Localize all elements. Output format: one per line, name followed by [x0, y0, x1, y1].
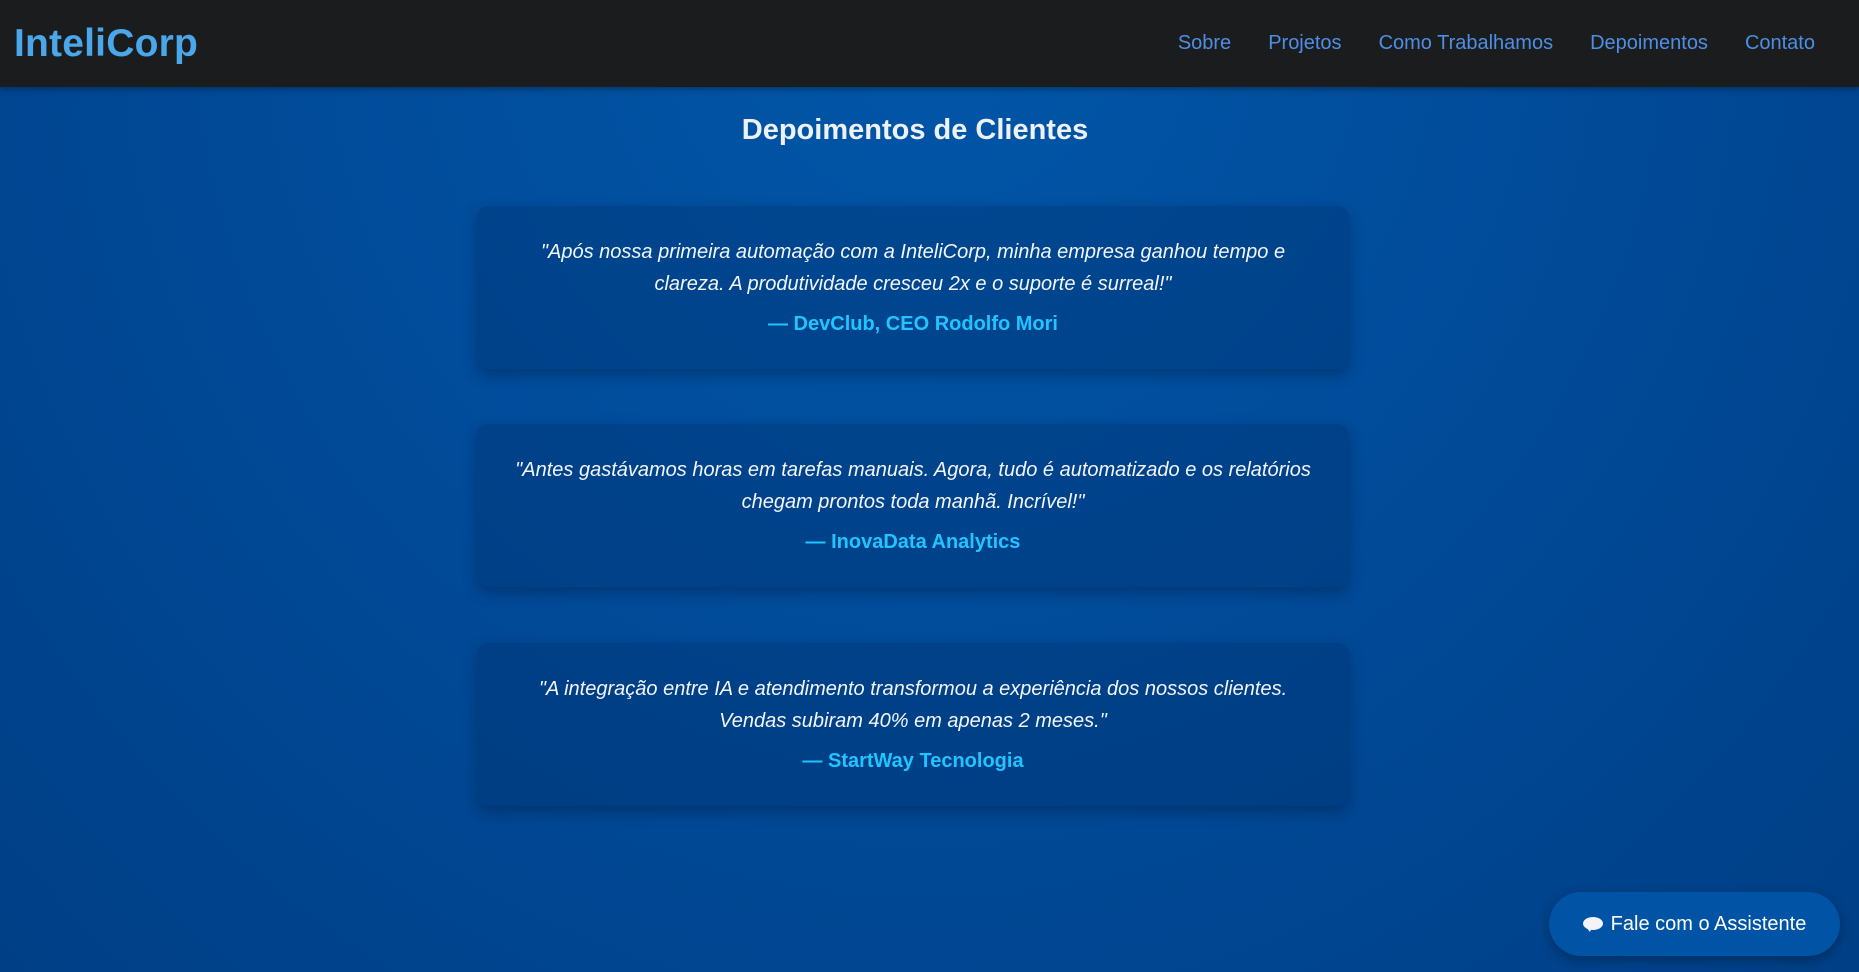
chat-bubble-icon [1582, 916, 1603, 932]
chat-button-label: Fale com o Assistente [1610, 912, 1807, 935]
nav-link-depoimentos[interactable]: Depoimentos [1590, 32, 1708, 55]
testimonial-quote: "A integração entre IA e atendimento tra… [538, 678, 1288, 732]
main-nav: Sobre Projetos Como Trabalhamos Depoimen… [1178, 32, 1815, 55]
testimonial-quote: "Após nossa primeira automação com a Int… [540, 241, 1286, 295]
testimonial-author: — DevClub, CEO Rodolfo Mori [768, 313, 1058, 335]
testimonial-card: "A integração entre IA e atendimento tra… [477, 643, 1349, 806]
chat-assistant-button[interactable]: Fale com o Assistente [1549, 892, 1840, 956]
section-title: Depoimentos de Clientes [741, 114, 1089, 146]
testimonial-author: — InovaData Analytics [805, 531, 1021, 553]
testimonial-quote: "Antes gastávamos horas em tarefas manua… [515, 459, 1311, 513]
testimonial-card: "Após nossa primeira automação com a Int… [477, 206, 1349, 369]
nav-link-contato[interactable]: Contato [1745, 32, 1815, 55]
nav-link-projetos[interactable]: Projetos [1268, 32, 1341, 55]
nav-link-como-trabalhamos[interactable]: Como Trabalhamos [1379, 32, 1554, 55]
logo[interactable]: InteliCorp [14, 22, 198, 66]
testimonial-card: "Antes gastávamos horas em tarefas manua… [477, 424, 1349, 587]
nav-link-sobre[interactable]: Sobre [1178, 32, 1231, 55]
top-navbar: InteliCorp Sobre Projetos Como Trabalham… [0, 0, 1859, 87]
testimonial-author: — StartWay Tecnologia [802, 750, 1024, 772]
